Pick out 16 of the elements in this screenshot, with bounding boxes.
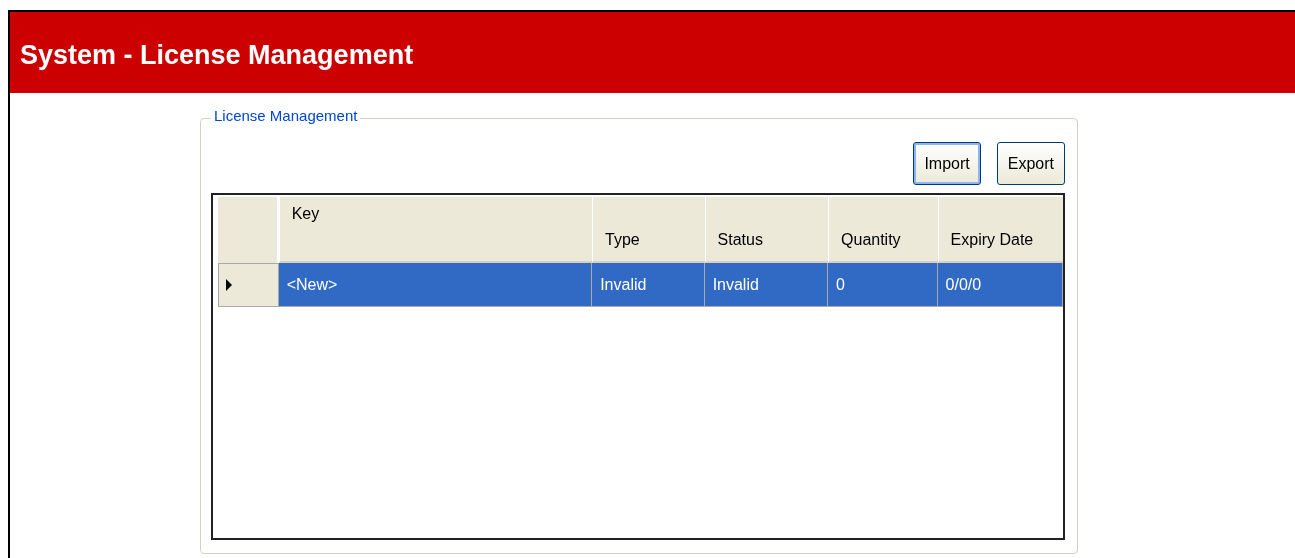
import-button[interactable]: Import — [913, 142, 981, 185]
grid-corner — [218, 197, 279, 263]
column-header[interactable]: Type — [592, 197, 705, 263]
row-header[interactable] — [218, 263, 279, 307]
column-header[interactable]: Quantity — [828, 197, 938, 263]
table-cell: 0/0/0 — [937, 263, 1063, 307]
table-cell: Invalid — [592, 263, 705, 307]
column-header[interactable]: Status — [704, 197, 829, 263]
column-header[interactable]: Key — [278, 197, 593, 263]
table-cell: <New> — [278, 263, 593, 307]
export-button[interactable]: Export — [996, 142, 1065, 185]
page-title: System - License Management — [20, 40, 414, 71]
table-cell: Invalid — [704, 263, 829, 307]
column-header[interactable]: Expiry Date — [937, 197, 1063, 263]
group-legend: License Management — [211, 107, 361, 124]
table-cell: 0 — [828, 263, 938, 307]
